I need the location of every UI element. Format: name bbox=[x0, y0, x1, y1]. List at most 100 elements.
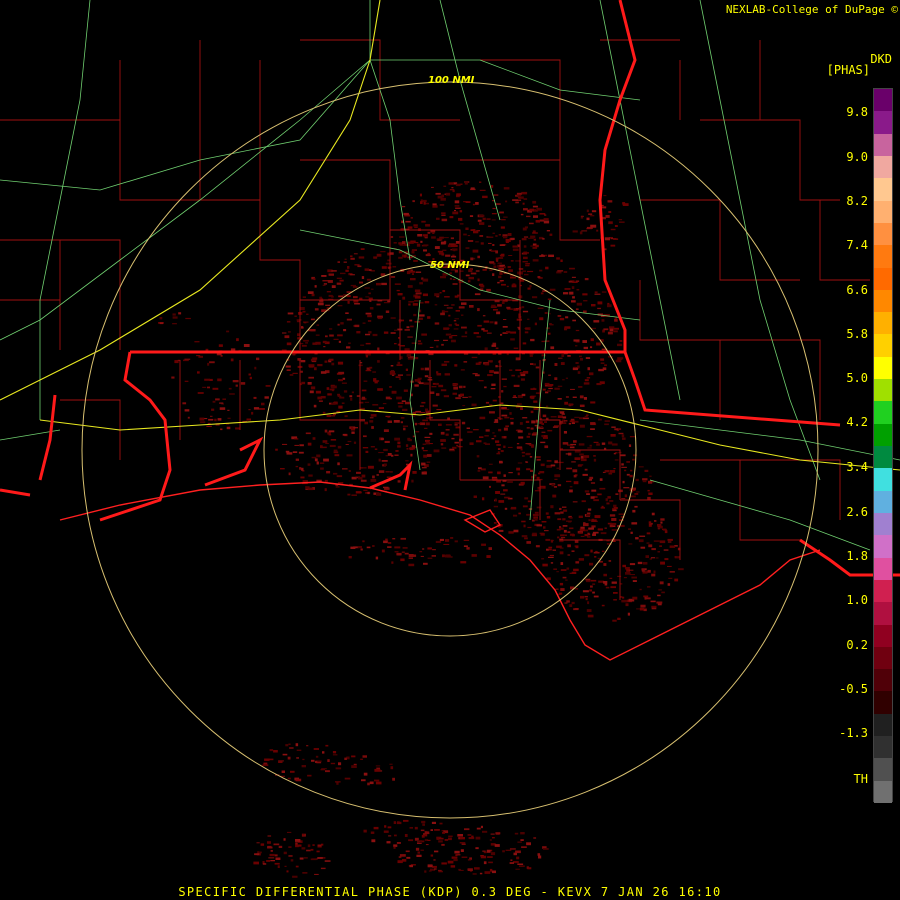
echo-pixel bbox=[582, 340, 587, 343]
echo-pixel bbox=[310, 858, 317, 861]
echo-pixel bbox=[211, 408, 215, 411]
echo-pixel bbox=[489, 370, 494, 373]
echo-pixel bbox=[537, 853, 541, 856]
echo-pixel bbox=[467, 859, 472, 861]
echo-pixel bbox=[531, 445, 534, 448]
echo-pixel bbox=[365, 450, 369, 453]
echo-pixel bbox=[226, 330, 230, 333]
echo-pixel bbox=[301, 765, 306, 768]
echo-pixel bbox=[254, 853, 260, 856]
echo-pixel bbox=[590, 401, 596, 404]
echo-pixel bbox=[466, 547, 470, 550]
echo-pixel bbox=[639, 607, 645, 611]
echo-pixel bbox=[326, 471, 331, 474]
echo-pixel bbox=[351, 755, 356, 758]
echo-pixel bbox=[322, 411, 326, 414]
echo-pixel bbox=[604, 364, 607, 367]
echo-pixel bbox=[472, 203, 475, 206]
echo-pixel bbox=[482, 217, 486, 220]
echo-pixel bbox=[423, 454, 427, 458]
echo-pixel bbox=[538, 855, 542, 859]
echo-pixel bbox=[345, 444, 349, 445]
echo-pixel bbox=[455, 397, 461, 400]
color-scale-swatch bbox=[874, 713, 892, 737]
echo-pixel bbox=[441, 194, 444, 198]
echo-pixel bbox=[592, 583, 596, 585]
echo-pixel bbox=[351, 391, 354, 394]
echo-pixel bbox=[465, 227, 469, 230]
echo-pixel bbox=[491, 438, 495, 440]
echo-pixel bbox=[388, 835, 392, 837]
echo-pixel bbox=[306, 745, 309, 747]
echo-pixel bbox=[353, 296, 358, 299]
echo-pixel bbox=[603, 328, 609, 331]
color-scale-label: 1.0 bbox=[846, 593, 868, 607]
echo-pixel bbox=[495, 250, 498, 254]
color-scale-swatch bbox=[874, 468, 892, 491]
echo-pixel bbox=[414, 226, 418, 229]
echo-pixel bbox=[479, 222, 485, 225]
echo-pixel bbox=[407, 256, 413, 258]
echo-pixel bbox=[529, 222, 534, 225]
echo-pixel bbox=[416, 243, 421, 247]
echo-pixel bbox=[367, 491, 370, 495]
echo-pixel bbox=[442, 249, 447, 251]
echo-pixel bbox=[438, 423, 442, 426]
echo-pixel bbox=[312, 844, 315, 846]
echo-pixel bbox=[554, 377, 558, 380]
echo-pixel bbox=[508, 531, 514, 534]
echo-pixel bbox=[630, 531, 633, 534]
echo-pixel bbox=[417, 842, 422, 844]
echo-pixel bbox=[567, 355, 571, 357]
echo-pixel bbox=[369, 300, 372, 302]
echo-pixel bbox=[440, 443, 444, 446]
echo-pixel bbox=[171, 376, 175, 379]
echo-pixel bbox=[331, 385, 337, 389]
echo-pixel bbox=[359, 297, 363, 300]
echo-pixel bbox=[540, 463, 545, 467]
echo-pixel bbox=[327, 280, 333, 283]
echo-pixel bbox=[609, 328, 614, 332]
echo-pixel bbox=[343, 261, 347, 263]
echo-pixel bbox=[586, 512, 591, 514]
echo-pixel bbox=[371, 839, 376, 843]
echo-pixel bbox=[593, 320, 600, 323]
echo-pixel bbox=[420, 367, 424, 371]
echo-pixel bbox=[531, 420, 534, 422]
echo-pixel bbox=[634, 505, 638, 508]
echo-pixel bbox=[496, 311, 501, 315]
echo-pixel bbox=[334, 454, 340, 457]
echo-pixel bbox=[323, 283, 327, 285]
echo-pixel bbox=[452, 211, 459, 215]
echo-pixel bbox=[353, 253, 358, 255]
echo-pixel bbox=[354, 264, 360, 266]
echo-pixel bbox=[610, 228, 616, 231]
echo-pixel bbox=[559, 540, 564, 543]
echo-pixel bbox=[363, 435, 367, 438]
echo-pixel bbox=[594, 291, 598, 294]
echo-pixel bbox=[289, 747, 294, 749]
echo-pixel bbox=[423, 234, 428, 237]
echo-pixel bbox=[590, 215, 595, 217]
echo-pixel bbox=[586, 217, 590, 221]
echo-pixel bbox=[323, 346, 326, 348]
echo-pixel bbox=[361, 389, 367, 392]
echo-pixel bbox=[579, 528, 585, 532]
color-scale-swatch bbox=[874, 245, 892, 268]
coastline bbox=[59, 481, 821, 661]
echo-pixel bbox=[563, 292, 569, 295]
echo-pixel bbox=[488, 225, 492, 227]
echo-pixel bbox=[571, 300, 576, 303]
echo-pixel bbox=[516, 199, 522, 201]
echo-pixel bbox=[523, 252, 529, 254]
echo-pixel bbox=[218, 344, 223, 347]
echo-pixel bbox=[530, 235, 536, 238]
echo-pixel bbox=[390, 317, 396, 319]
echo-pixel bbox=[383, 540, 388, 544]
echo-pixel bbox=[455, 426, 460, 429]
echo-pixel bbox=[549, 324, 554, 326]
echo-pixel bbox=[331, 270, 337, 272]
echo-pixel bbox=[500, 226, 505, 229]
echo-pixel bbox=[300, 476, 305, 479]
echo-pixel bbox=[524, 537, 528, 540]
